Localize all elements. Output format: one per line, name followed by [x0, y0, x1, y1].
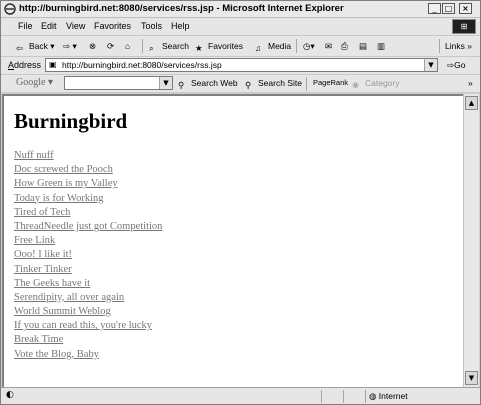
home-button[interactable]: ⌂ — [125, 39, 130, 53]
toolbar-divider — [296, 39, 297, 53]
browser-window: http://burningbird.net:8080/services/rss… — [0, 0, 481, 405]
list-item-link[interactable]: Tired of Tech — [14, 207, 70, 218]
history-icon: ◷▾ — [303, 41, 315, 51]
page-content: Burningbird Nuff nuff Doc screwed the Po… — [2, 94, 463, 387]
category-icon: ❀ — [352, 80, 360, 90]
status-divider — [343, 390, 344, 403]
list-item-link[interactable]: World Summit Weblog — [14, 306, 111, 317]
links-button[interactable]: Links » — [445, 39, 472, 53]
search-button[interactable]: ⌕ Search — [149, 39, 189, 53]
mail-icon: ✉ — [325, 41, 333, 51]
list-item-link[interactable]: How Green is my Valley — [14, 178, 118, 189]
list-item-link[interactable]: Ooo! I like it! — [14, 249, 72, 260]
go-button[interactable]: ⇨Go — [447, 58, 465, 72]
chevron-down-icon[interactable]: ▼ — [159, 77, 172, 89]
chevron-right-icon: » — [467, 41, 472, 51]
status-bar: ◐ ◍ Internet — [1, 387, 480, 404]
media-icon: ♫ — [255, 43, 262, 53]
list-item-link[interactable]: Tinker Tinker — [14, 264, 72, 275]
print-button[interactable]: ⎙ — [341, 39, 348, 53]
menu-bar: File Edit View Favorites Tools Help ⊞ — [1, 18, 480, 36]
link-list: Nuff nuff Doc screwed the Pooch How Gree… — [14, 149, 162, 362]
globe-icon: ◍ — [369, 391, 377, 401]
home-icon: ⌂ — [125, 41, 131, 51]
menu-file[interactable]: File — [18, 21, 33, 31]
scroll-down-arrow-icon[interactable]: ▼ — [465, 371, 478, 385]
address-label: Address — [8, 60, 42, 70]
list-item-link[interactable]: ThreadNeedle just got Competition — [14, 221, 162, 232]
toolbar-divider — [142, 39, 143, 53]
address-input[interactable]: ▣ http://burningbird.net:8080/services/r… — [45, 58, 438, 72]
window-title: http://burningbird.net:8080/services/rss… — [19, 3, 344, 14]
refresh-icon: ⟳ — [107, 41, 115, 51]
search-web-icon: ⚲ — [178, 80, 185, 90]
discuss-button[interactable]: ▥ — [377, 39, 385, 53]
address-bar: Address ▣ http://burningbird.net:8080/se… — [1, 57, 480, 75]
print-icon: ⎙ — [341, 41, 348, 51]
ie-logo-icon — [4, 3, 16, 15]
vertical-scrollbar[interactable]: ▲ ▼ — [463, 94, 479, 387]
page-heading: Burningbird — [14, 109, 128, 133]
google-search-input[interactable]: ▼ — [64, 76, 173, 90]
google-logo[interactable]: Google ▾ — [16, 76, 53, 90]
category-button[interactable]: ❀ Category — [352, 76, 400, 90]
status-divider — [321, 390, 322, 403]
menu-help[interactable]: Help — [171, 21, 190, 31]
forward-button[interactable]: ⇨ ▾ — [63, 39, 77, 53]
favorites-button[interactable]: ★ Favorites — [195, 39, 243, 53]
edit-button[interactable]: ▤ — [359, 39, 367, 53]
search-web-button[interactable]: ⚲ Search Web — [178, 76, 238, 90]
scroll-up-arrow-icon[interactable]: ▲ — [465, 96, 478, 110]
standard-toolbar: ⇦ Back ▾ ⇨ ▾ ⊗ ⟳ ⌂ ⌕ Search ★ Favorites ♫ Me… — [1, 36, 480, 57]
history-button[interactable]: ◷▾ — [303, 39, 315, 53]
stop-button[interactable]: ⊗ — [89, 39, 96, 53]
discuss-icon: ▥ — [377, 41, 386, 51]
list-item-link[interactable]: If you can read this, you're lucky — [14, 320, 152, 331]
list-item-link[interactable]: Break Time — [14, 334, 63, 345]
list-item-link[interactable]: Today is for Working — [14, 193, 104, 204]
list-item-link[interactable]: Serendipity, all over again — [14, 292, 124, 303]
google-toolbar: Google ▾ ▼ ⚲ Search Web ⚲ Search Site Page… — [1, 75, 480, 93]
windows-flag-icon: ⊞ — [452, 19, 476, 34]
menu-edit[interactable]: Edit — [41, 21, 57, 31]
list-item-link[interactable]: Doc screwed the Pooch — [14, 164, 113, 175]
security-zone: ◍ Internet — [365, 390, 460, 403]
toolbar-divider — [306, 77, 307, 91]
refresh-button[interactable]: ⟳ — [107, 39, 114, 53]
list-item-link[interactable]: Free Link — [14, 235, 55, 246]
toolbar-divider — [439, 39, 440, 53]
chevron-down-icon[interactable]: ▼ — [424, 59, 437, 71]
edit-icon: ▤ — [359, 41, 368, 51]
chevron-right-icon[interactable]: » — [468, 76, 473, 90]
title-bar: http://burningbird.net:8080/services/rss… — [1, 1, 480, 18]
maximize-button[interactable]: □ — [442, 3, 455, 14]
search-site-button[interactable]: ⚲ Search Site — [245, 76, 302, 90]
menu-favorites[interactable]: Favorites — [94, 21, 131, 31]
menu-view[interactable]: View — [66, 21, 85, 31]
stop-icon: ⊗ — [89, 41, 97, 51]
close-button[interactable]: × — [459, 3, 472, 14]
favorites-icon: ★ — [195, 43, 203, 53]
back-button[interactable]: ⇦ Back ▾ — [16, 39, 55, 53]
list-item-link[interactable]: The Geeks have it — [14, 278, 90, 289]
minimize-button[interactable]: _ — [428, 3, 441, 14]
pagerank-indicator[interactable]: PageRank — [313, 76, 348, 90]
search-site-icon: ⚲ — [245, 80, 252, 90]
list-item-link[interactable]: Vote the Blog, Baby — [14, 349, 99, 360]
media-button[interactable]: ♫ Media — [255, 39, 291, 53]
list-item-link[interactable]: Nuff nuff — [14, 150, 54, 161]
back-arrow-icon: ⇦ — [16, 43, 24, 53]
menu-tools[interactable]: Tools — [141, 21, 162, 31]
page-icon: ▣ — [49, 60, 57, 69]
forward-arrow-icon: ⇨ ▾ — [63, 41, 77, 51]
search-icon: ⌕ — [149, 43, 154, 53]
address-url: http://burningbird.net:8080/services/rss… — [62, 60, 222, 70]
page-status-icon: ◐ — [6, 390, 14, 400]
mail-button[interactable]: ✉ — [325, 39, 332, 53]
